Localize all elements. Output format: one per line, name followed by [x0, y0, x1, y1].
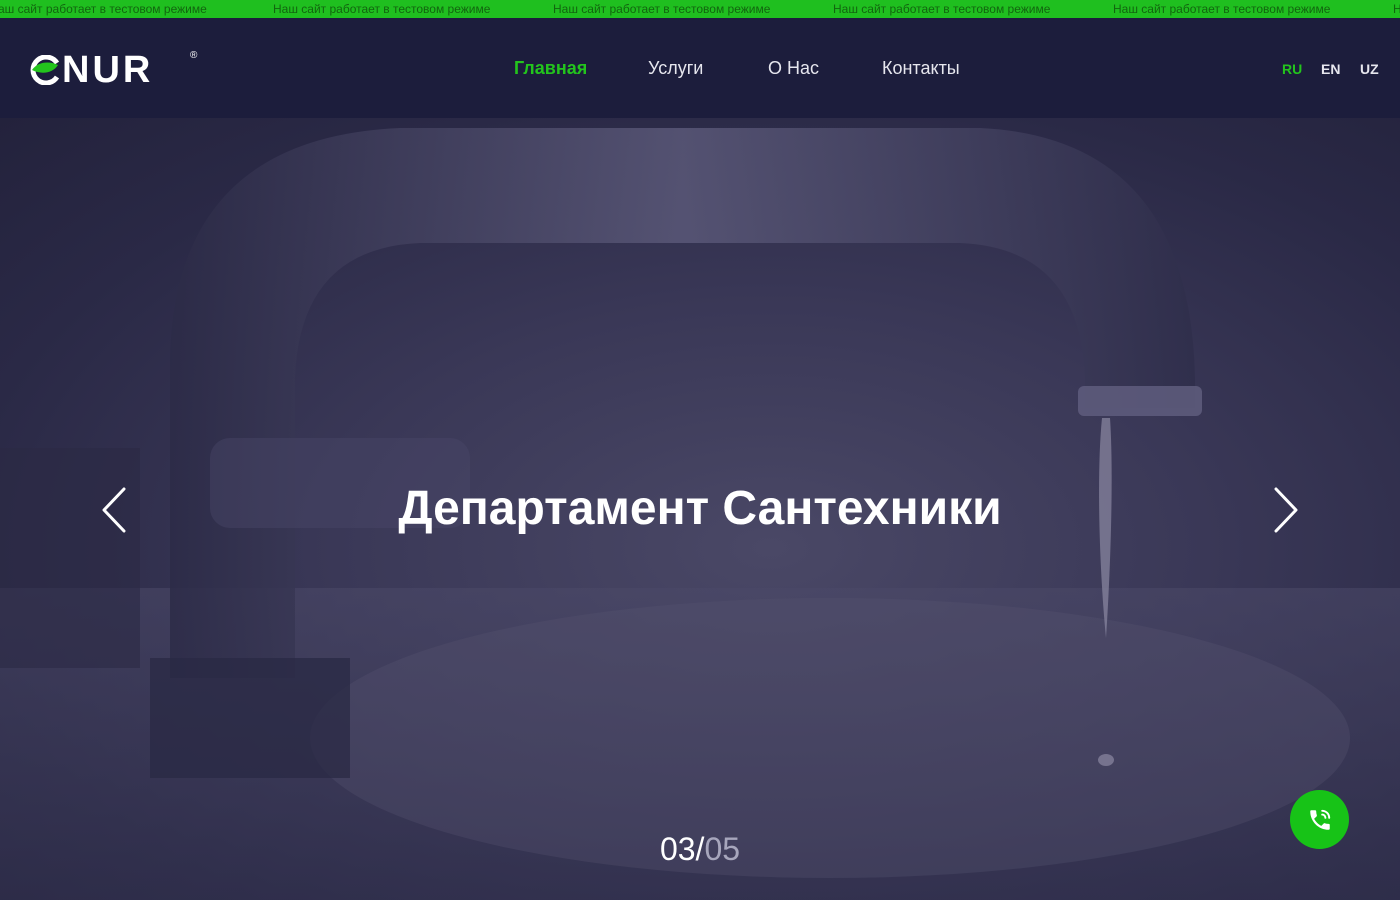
slide-title: Департамент Сантехники: [398, 482, 1002, 535]
slide-counter: 03/05: [0, 830, 1400, 868]
ticker-message: Наш сайт работает в тестовом режиме: [273, 2, 491, 16]
site-header: NUR ® Главная Услуги О Нас Контакты RU E…: [0, 18, 1400, 118]
call-button[interactable]: [1290, 790, 1349, 849]
lang-uz[interactable]: UZ: [1360, 60, 1379, 78]
slide-current: 03: [659, 831, 696, 867]
language-switcher: RU EN UZ: [0, 60, 1400, 78]
phone-call-icon: [1309, 809, 1330, 830]
lang-ru[interactable]: RU: [1282, 60, 1302, 78]
chevron-left-icon: [102, 487, 126, 533]
chevron-right-icon: [1274, 487, 1298, 533]
slider-prev-button[interactable]: [94, 483, 134, 537]
ticker-message: Н: [1393, 2, 1400, 16]
hero-slider: Департамент Сантехники 03/05: [0, 118, 1400, 900]
slide-total: 05: [704, 831, 741, 867]
ticker-message: Наш сайт работает в тестовом режиме: [833, 2, 1051, 16]
ticker-message: Наш сайт работает в тестовом режиме: [1113, 2, 1331, 16]
lang-en[interactable]: EN: [1321, 60, 1340, 78]
test-mode-ticker: аш сайт работает в тестовом режиме Наш с…: [0, 0, 1400, 18]
slider-next-button[interactable]: [1266, 483, 1306, 537]
ticker-message: аш сайт работает в тестовом режиме: [0, 2, 207, 16]
ticker-message: Наш сайт работает в тестовом режиме: [553, 2, 771, 16]
